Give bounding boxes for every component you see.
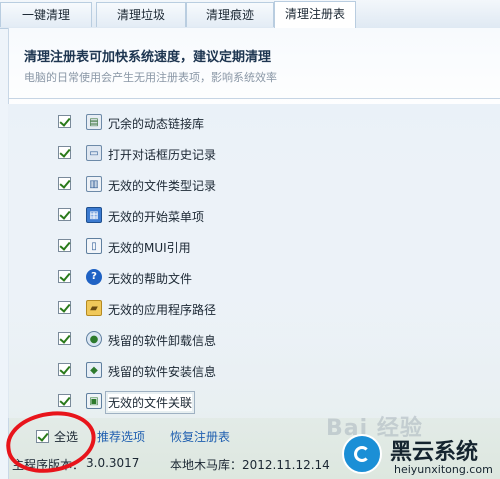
item-checkbox[interactable] <box>58 239 71 252</box>
tab-clean-junk[interactable]: 清理垃圾 <box>96 2 186 27</box>
brand-logo-icon <box>342 434 382 474</box>
brand-watermark: 黑云系统 heiyunxitong.com <box>328 430 500 479</box>
item-label: 无效的开始菜单项 <box>108 210 205 224</box>
page-title: 清理注册表可加快系统速度，建议定期清理 <box>24 50 272 65</box>
list-item: ▤ 冗余的动态链接库 <box>0 107 500 138</box>
folder-path-icon: ▰ <box>86 300 102 316</box>
page-subtitle: 电脑的日常使用会产生无用注册表项，影响系统效率 <box>24 71 277 84</box>
item-label: 无效的帮助文件 <box>108 272 193 286</box>
install-icon: ◆ <box>86 362 102 378</box>
tab-one-click-clean[interactable]: 一键清理 <box>0 2 92 27</box>
help-icon: ? <box>86 269 102 285</box>
item-checkbox[interactable] <box>58 115 71 128</box>
item-checkbox[interactable] <box>58 177 71 190</box>
tab-bar: 一键清理 清理垃圾 清理痕迹 清理注册表 <box>0 0 500 29</box>
item-checkbox[interactable] <box>58 332 71 345</box>
item-checkbox[interactable] <box>58 208 71 221</box>
item-label: 无效的文件类型记录 <box>108 179 217 193</box>
file-type-icon: ▥ <box>86 176 102 192</box>
list-item: ▦ 无效的开始菜单项 <box>0 200 500 231</box>
item-label: 残留的软件卸载信息 <box>108 334 217 348</box>
list-item: ▰ 无效的应用程序路径 <box>0 293 500 324</box>
item-checkbox[interactable] <box>58 363 71 376</box>
item-checkbox[interactable] <box>58 301 71 314</box>
brand-url: heiyunxitong.com <box>394 463 493 476</box>
item-checkbox[interactable] <box>58 394 71 407</box>
item-checkbox[interactable] <box>58 270 71 283</box>
file-association-icon: ▣ <box>86 393 102 409</box>
recommended-options-link[interactable]: 推荐选项 <box>97 428 145 445</box>
list-item: ● 残留的软件卸载信息 <box>0 324 500 355</box>
divider <box>8 98 500 99</box>
brand-name: 黑云系统 <box>390 440 479 465</box>
list-item: ▣ 无效的文件关联 <box>0 386 500 417</box>
list-item: ▥ 无效的文件类型记录 <box>0 169 500 200</box>
list-item: ◆ 残留的软件安装信息 <box>0 355 500 386</box>
list-item: ▭ 打开对话框历史记录 <box>0 138 500 169</box>
item-label: 冗余的动态链接库 <box>108 117 205 131</box>
trojan-db-version: 本地木马库：2012.11.12.14 <box>170 458 330 472</box>
item-label: 无效的应用程序路径 <box>108 303 217 317</box>
tab-clean-traces[interactable]: 清理痕迹 <box>186 2 274 27</box>
start-menu-icon: ▦ <box>86 207 102 223</box>
uninstall-icon: ● <box>86 331 102 347</box>
item-label: 无效的文件关联 <box>104 391 196 414</box>
restore-registry-link[interactable]: 恢复注册表 <box>170 428 230 445</box>
mui-window-icon: ▯ <box>86 238 102 254</box>
dll-file-icon: ▤ <box>86 114 102 130</box>
dialog-history-icon: ▭ <box>86 145 102 161</box>
version-value: 3.0.3017 <box>86 456 140 470</box>
item-label: 无效的MUI引用 <box>108 241 191 255</box>
tab-clean-registry[interactable]: 清理注册表 <box>274 1 356 28</box>
item-checkbox[interactable] <box>58 146 71 159</box>
list-item: ▯ 无效的MUI引用 <box>0 231 500 262</box>
item-label: 残留的软件安装信息 <box>108 365 217 379</box>
list-item: ? 无效的帮助文件 <box>0 262 500 293</box>
item-label: 打开对话框历史记录 <box>108 148 217 162</box>
